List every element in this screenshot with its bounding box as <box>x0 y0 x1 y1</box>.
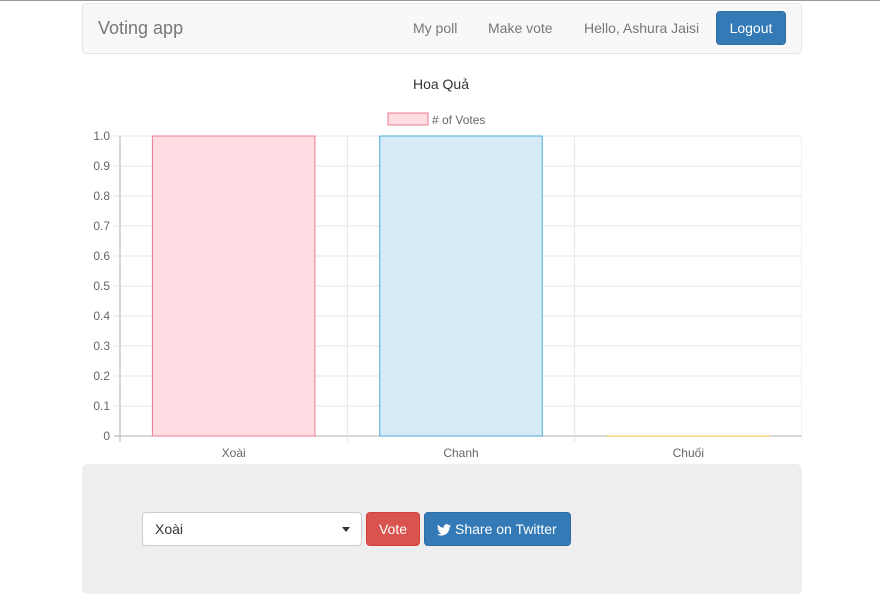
legend-swatch <box>387 112 429 126</box>
bar-1 <box>379 135 543 437</box>
chevron-down-icon <box>342 527 350 532</box>
y-tick-label: 0.6 <box>93 249 110 263</box>
logout-button[interactable]: Logout <box>716 11 786 45</box>
user-greeting[interactable]: Hello, Ashura Jaisi <box>584 20 699 36</box>
y-tick-label: 0 <box>103 429 110 443</box>
vote-panel: Xoài Vote Share on Twitter <box>82 464 802 594</box>
y-tick-label: 0.1 <box>93 399 110 413</box>
bar-0 <box>151 135 316 437</box>
x-tick-label: Chanh <box>443 446 478 460</box>
y-tick-label: 0.3 <box>93 339 110 353</box>
bar-2 <box>606 435 771 437</box>
y-tick-label: 0.7 <box>93 219 110 233</box>
y-tick-label: 0.4 <box>93 309 110 323</box>
y-tick-label: 1.0 <box>93 129 110 143</box>
chart-title: Hoa Quả <box>413 76 469 92</box>
share-twitter-button[interactable]: Share on Twitter <box>424 512 571 546</box>
vote-button[interactable]: Vote <box>366 512 420 546</box>
nav-make-vote[interactable]: Make vote <box>488 20 553 36</box>
nav-my-poll[interactable]: My poll <box>413 20 457 36</box>
legend-label: # of Votes <box>432 113 485 127</box>
y-tick-label: 0.2 <box>93 369 110 383</box>
x-tick-label: Xoài <box>222 446 246 460</box>
share-twitter-label: Share on Twitter <box>455 521 557 537</box>
navbar: Voting app My poll Make vote Hello, Ashu… <box>82 3 802 54</box>
x-tick-label: Chuối <box>673 446 704 460</box>
y-tick-label: 0.8 <box>93 189 110 203</box>
y-tick-label: 0.9 <box>93 159 110 173</box>
twitter-icon <box>437 524 451 536</box>
option-select[interactable]: Xoài <box>142 512 362 546</box>
brand-link[interactable]: Voting app <box>98 18 183 39</box>
y-tick-label: 0.5 <box>93 279 110 293</box>
option-select-value: Xoài <box>155 521 184 537</box>
votes-bar-chart: Hoa Quả # of Votes 0 0.1 0.2 0.3 0.4 0.5 0.6 0.… <box>93 76 802 460</box>
